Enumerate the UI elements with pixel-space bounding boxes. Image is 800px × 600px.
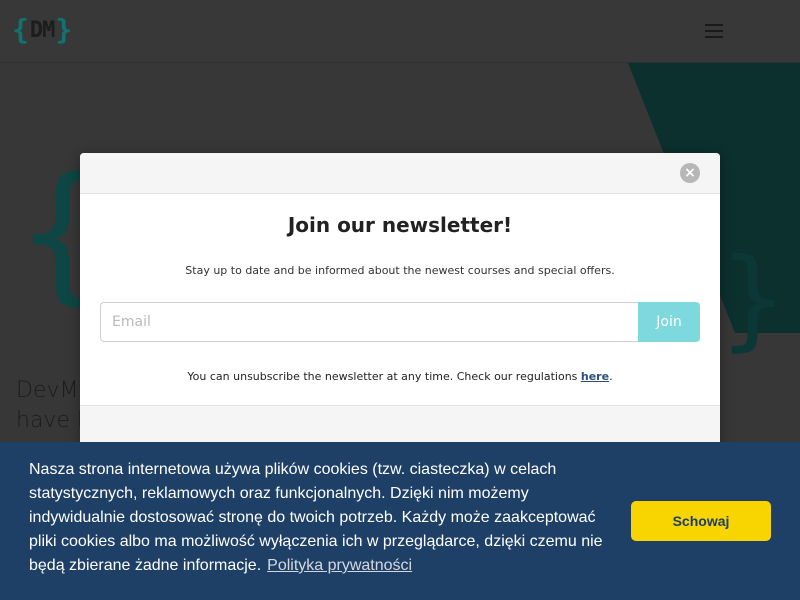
email-input[interactable] bbox=[100, 302, 638, 342]
unsubscribe-note: You can unsubscribe the newsletter at an… bbox=[80, 370, 720, 383]
close-icon[interactable]: × bbox=[680, 163, 700, 183]
hide-cookies-button[interactable]: Schowaj bbox=[631, 501, 771, 541]
join-button[interactable]: Join bbox=[638, 302, 700, 342]
cookie-consent-bar: Nasza strona internetowa używa plików co… bbox=[0, 442, 800, 600]
privacy-policy-link[interactable]: Polityka prywatności bbox=[267, 557, 412, 574]
unsubscribe-note-text: You can unsubscribe the newsletter at an… bbox=[187, 370, 578, 383]
modal-header: × bbox=[80, 153, 720, 194]
newsletter-subtitle: Stay up to date and be informed about th… bbox=[185, 264, 615, 277]
newsletter-modal: × Join our newsletter! Stay up to date a… bbox=[80, 153, 720, 453]
cookie-message: Nasza strona internetowa używa plików co… bbox=[29, 458, 619, 578]
newsletter-title: Join our newsletter! bbox=[287, 213, 513, 237]
unsubscribe-note-end: . bbox=[609, 370, 613, 383]
regulations-link[interactable]: here bbox=[581, 370, 609, 383]
